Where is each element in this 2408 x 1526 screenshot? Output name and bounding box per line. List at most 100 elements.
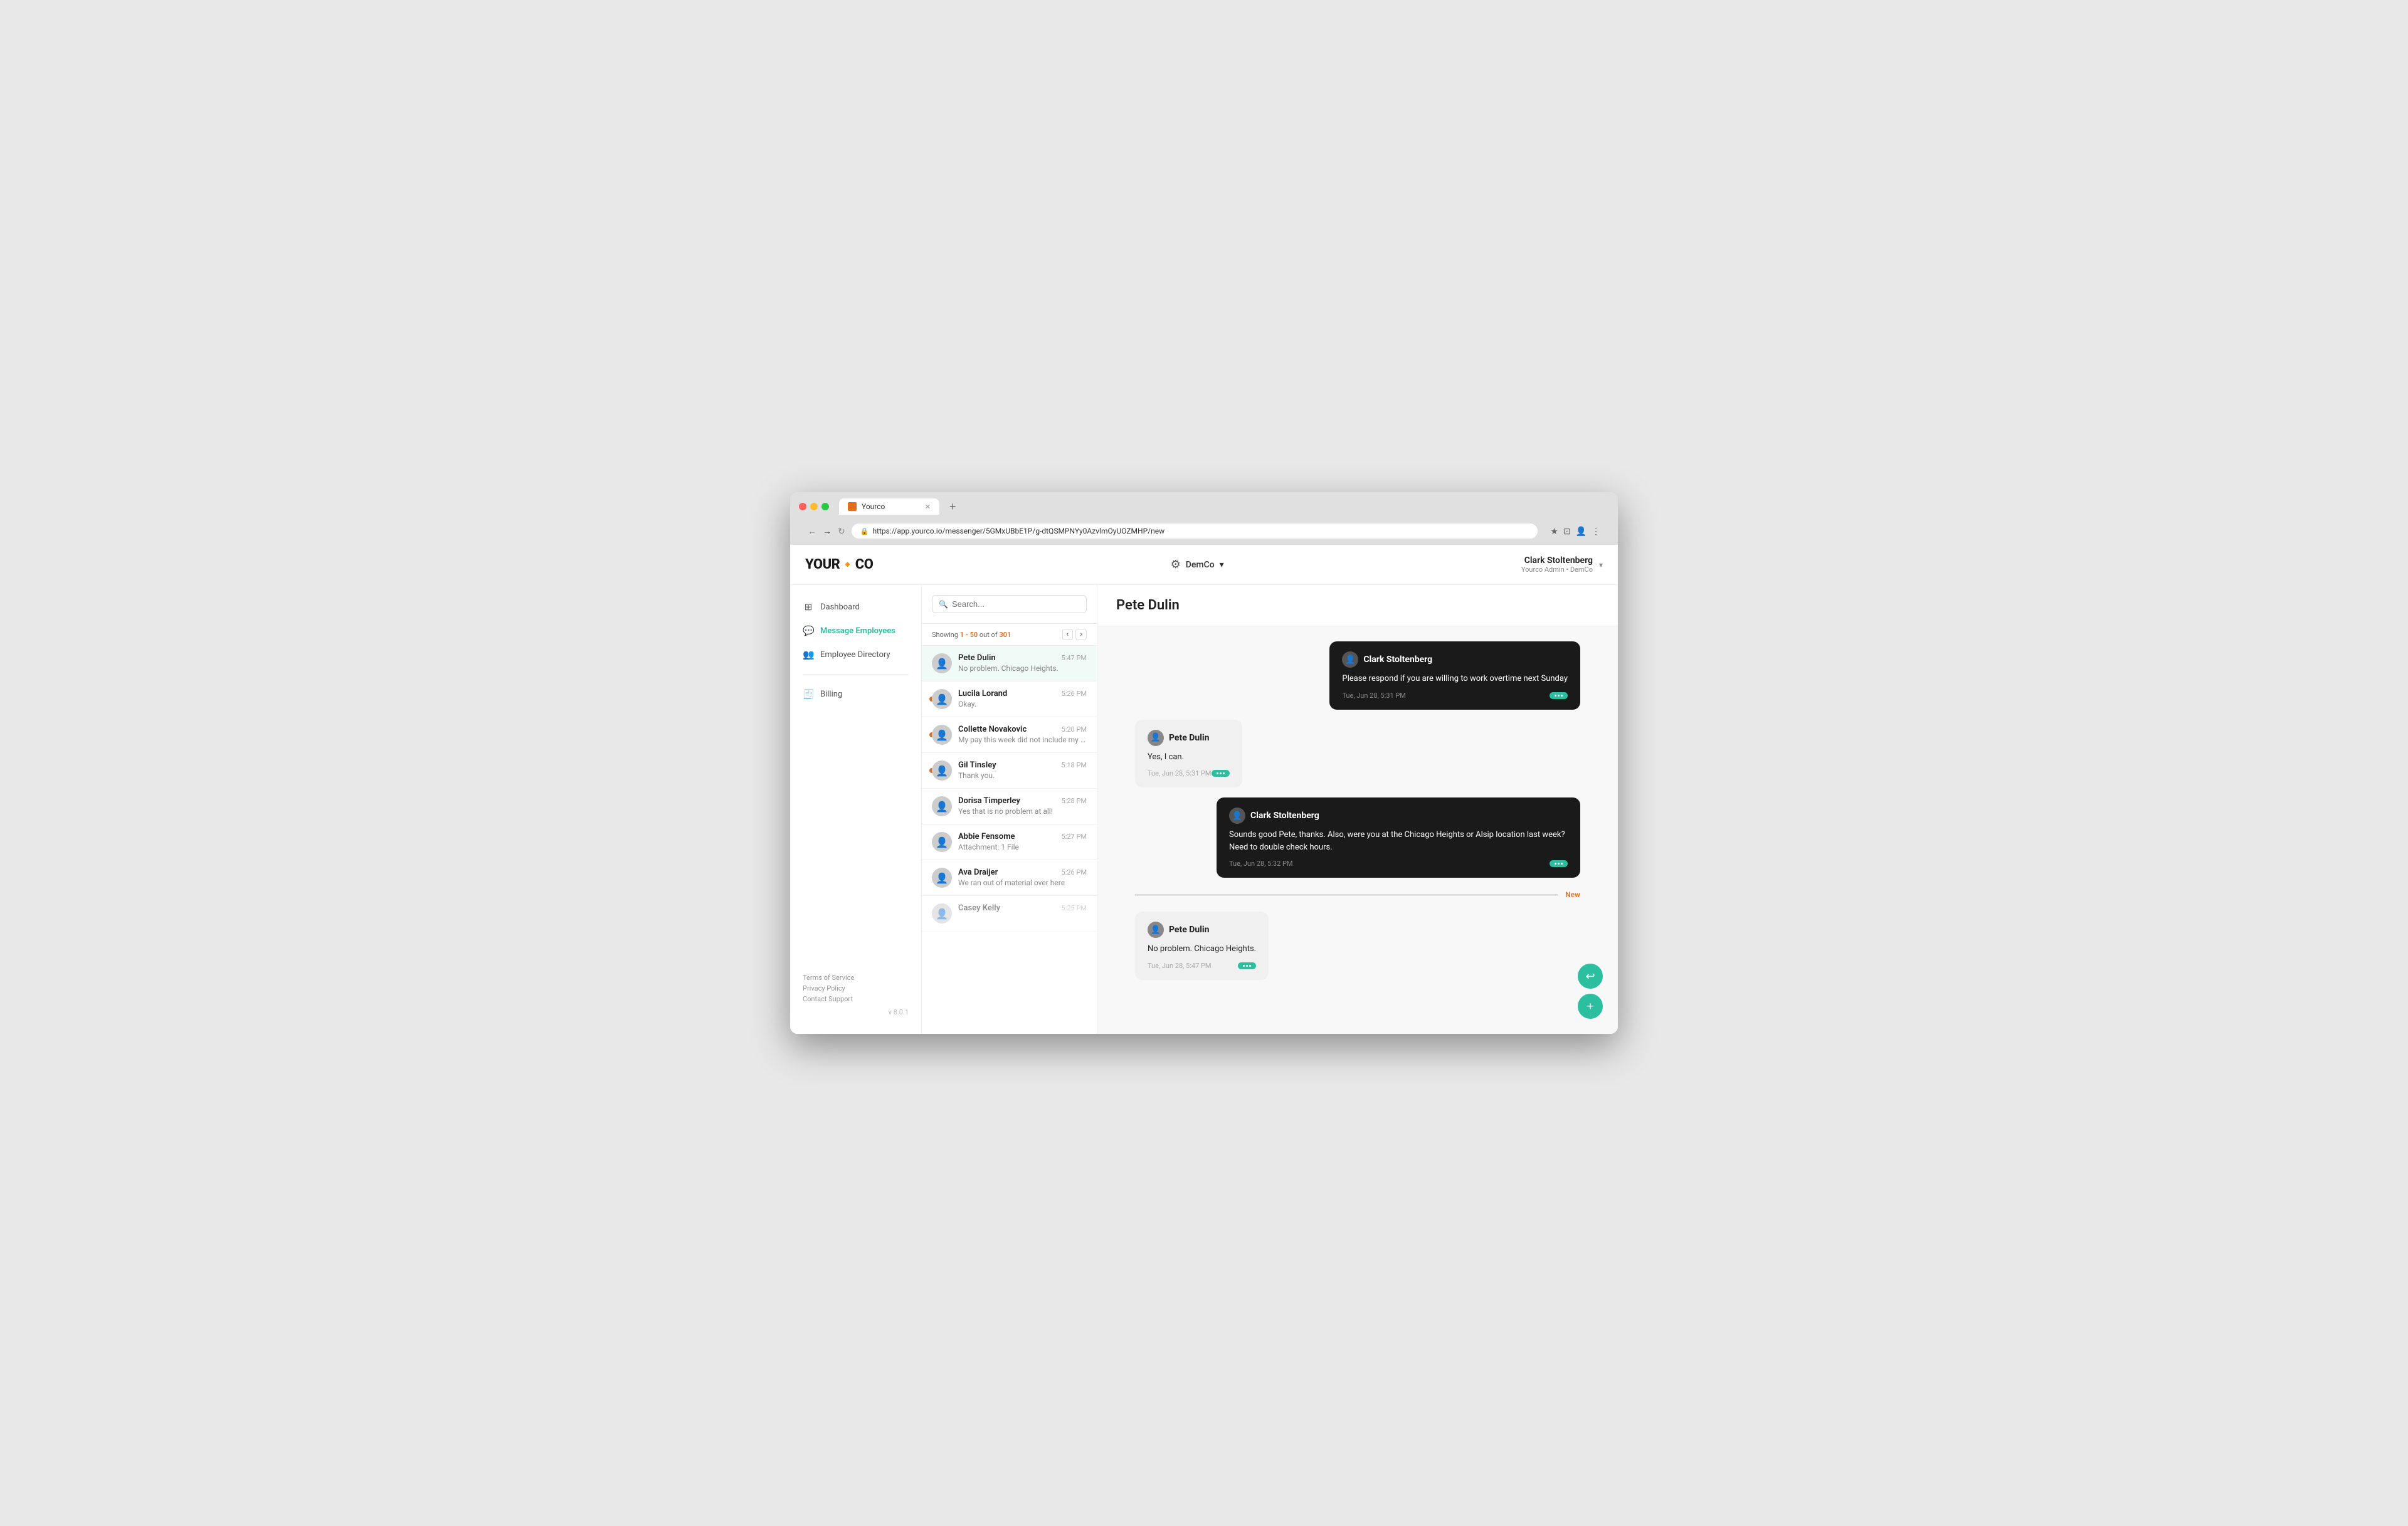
message-actions-button[interactable]	[1212, 770, 1230, 777]
chat-header: Pete Dulin	[1097, 585, 1618, 626]
user-menu[interactable]: Clark Stoltenberg Yourco Admin • DemCo ▾	[1521, 555, 1603, 574]
conversation-name: Gil Tinsley	[958, 760, 996, 770]
showing-range: 1 - 50	[960, 631, 978, 639]
avatar-icon: 👤	[936, 872, 948, 884]
sidebar-item-dashboard[interactable]: ⊞ Dashboard	[790, 595, 921, 619]
privacy-policy-link[interactable]: Privacy Policy	[803, 984, 909, 992]
dot	[1555, 695, 1556, 697]
message-bubble-employee: 👤 Pete Dulin Yes, I can. Tue, Jun 28, 5:…	[1135, 720, 1242, 788]
showing-out-of: out of	[980, 631, 1000, 639]
conversation-time: 5:26 PM	[1062, 690, 1087, 698]
message-actions-button[interactable]	[1550, 860, 1568, 867]
terms-of-service-link[interactable]: Terms of Service	[803, 974, 909, 982]
message-employees-icon: 💬	[803, 625, 814, 636]
message-footer: Tue, Jun 28, 5:31 PM	[1342, 692, 1568, 700]
conversation-preview: Yes that is no problem at all!	[958, 807, 1087, 816]
message-actions-button[interactable]	[1550, 692, 1568, 699]
dot	[1561, 695, 1563, 697]
message-actions-button[interactable]	[1238, 962, 1256, 969]
add-fab-button[interactable]: +	[1578, 994, 1603, 1019]
next-page-button[interactable]: ›	[1075, 629, 1087, 640]
traffic-light-green[interactable]	[821, 503, 829, 510]
traffic-light-red[interactable]	[799, 503, 806, 510]
message-bubble-admin: 👤 Clark Stoltenberg Please respond if yo…	[1329, 641, 1580, 710]
conversation-content: Pete Dulin 5:47 PM No problem. Chicago H…	[958, 653, 1087, 673]
message-sender: 👤 Pete Dulin	[1148, 922, 1256, 938]
conversation-item[interactable]: 👤 Collette Novakovic 5:20 PM My pay this…	[922, 717, 1097, 753]
menu-button[interactable]: ⋮	[1592, 526, 1600, 537]
conversation-name: Abbie Fensome	[958, 832, 1015, 841]
sender-avatar-icon: 👤	[1232, 811, 1242, 821]
conversation-item[interactable]: 👤 Gil Tinsley 5:18 PM Thank you.	[922, 753, 1097, 789]
search-container: 🔍	[922, 585, 1097, 624]
sender-avatar-icon: 👤	[1151, 925, 1161, 935]
conversation-content: Ava Draijer 5:26 PM We ran out of materi…	[958, 868, 1087, 887]
conversation-item[interactable]: 👤 Casey Kelly 5:25 PM	[922, 896, 1097, 932]
prev-page-button[interactable]: ‹	[1062, 629, 1074, 640]
sidebar-item-label-dashboard: Dashboard	[820, 603, 860, 612]
conversation-avatar: 👤	[932, 868, 952, 888]
conversation-time: 5:28 PM	[1062, 797, 1087, 805]
sidebar-item-employee-directory[interactable]: 👥 Employee Directory	[790, 643, 921, 666]
reply-fab-button[interactable]: ↩	[1578, 964, 1603, 989]
conversation-preview: My pay this week did not include my over…	[958, 735, 1087, 744]
conversation-time: 5:25 PM	[1062, 904, 1087, 912]
logo: YOUR🔸CO	[805, 557, 873, 572]
sender-avatar: 👤	[1148, 730, 1164, 746]
company-selector[interactable]: ⚙ DemCo ▾	[1171, 558, 1224, 571]
logo-icon: 🔸	[840, 557, 855, 572]
sender-avatar: 👤	[1342, 651, 1358, 668]
conversation-item[interactable]: 👤 Lucila Lorand 5:26 PM Okay.	[922, 681, 1097, 717]
conversation-preview: Thank you.	[958, 771, 1087, 780]
message-text: Yes, I can.	[1148, 751, 1230, 764]
profile-button[interactable]: 👤	[1576, 526, 1587, 537]
showing-count: 301	[999, 631, 1011, 639]
conversation-name: Pete Dulin	[958, 653, 996, 663]
conversation-item[interactable]: 👤 Pete Dulin 5:47 PM No problem. Chicago…	[922, 646, 1097, 681]
address-bar[interactable]: 🔒 https://app.yourco.io/messenger/5GMxUB…	[852, 524, 1538, 539]
extensions-button[interactable]: ⊡	[1563, 526, 1571, 537]
reload-button[interactable]: ↻	[838, 526, 845, 537]
forward-button[interactable]: →	[823, 526, 832, 536]
version-label: v 8.0.1	[803, 1008, 909, 1016]
conversation-avatar: 👤	[932, 725, 952, 745]
new-tab-button[interactable]: +	[944, 500, 961, 513]
search-input[interactable]	[952, 599, 1080, 609]
avatar-icon: 👤	[936, 836, 948, 848]
avatar-icon: 👤	[936, 801, 948, 813]
conversation-list-panel: 🔍 Showing 1 - 50 out of 301 ‹	[922, 585, 1097, 1034]
conversation-avatar: 👤	[932, 653, 952, 673]
bookmark-button[interactable]: ★	[1550, 526, 1558, 537]
sender-name: Clark Stoltenberg	[1250, 811, 1319, 821]
avatar-icon: 👤	[936, 908, 948, 920]
traffic-light-yellow[interactable]	[810, 503, 818, 510]
chat-messages: 👤 Clark Stoltenberg Please respond if yo…	[1097, 626, 1618, 1034]
conversation-preview: We ran out of material over here	[958, 878, 1087, 887]
pagination-buttons: ‹ ›	[1062, 629, 1087, 640]
browser-tab[interactable]: Yourco ✕	[839, 498, 939, 515]
search-input-wrap[interactable]: 🔍	[932, 595, 1087, 613]
conversation-item[interactable]: 👤 Abbie Fensome 5:27 PM Attachment: 1 Fi…	[922, 824, 1097, 860]
company-name: DemCo	[1186, 560, 1215, 570]
employee-directory-icon: 👥	[803, 649, 814, 660]
sidebar-item-label-message-employees: Message Employees	[820, 626, 895, 636]
sidebar-item-message-employees[interactable]: 💬 Message Employees	[790, 619, 921, 643]
tab-close-button[interactable]: ✕	[925, 503, 931, 511]
conversation-content: Gil Tinsley 5:18 PM Thank you.	[958, 760, 1087, 780]
message-sender: 👤 Clark Stoltenberg	[1342, 651, 1568, 668]
app-header: YOUR🔸CO ⚙ DemCo ▾ Clark Stoltenberg Your…	[790, 545, 1618, 585]
contact-support-link[interactable]: Contact Support	[803, 995, 909, 1003]
conversation-item[interactable]: 👤 Ava Draijer 5:26 PM We ran out of mate…	[922, 860, 1097, 896]
avatar-icon: 👤	[936, 765, 948, 777]
conversation-time: 5:20 PM	[1062, 725, 1087, 734]
tab-favicon	[848, 502, 857, 511]
conversation-preview: Okay.	[958, 700, 1087, 708]
conversation-item[interactable]: 👤 Dorisa Timperley 5:28 PM Yes that is n…	[922, 789, 1097, 824]
back-button[interactable]: ←	[808, 526, 816, 536]
avatar-icon: 👤	[936, 693, 948, 705]
conversation-time: 5:26 PM	[1062, 868, 1087, 876]
message-sender: 👤 Pete Dulin	[1148, 730, 1230, 746]
message-sender: 👤 Clark Stoltenberg	[1229, 808, 1568, 824]
sidebar-item-billing[interactable]: 🧾 Billing	[790, 682, 921, 706]
billing-icon: 🧾	[803, 688, 814, 700]
